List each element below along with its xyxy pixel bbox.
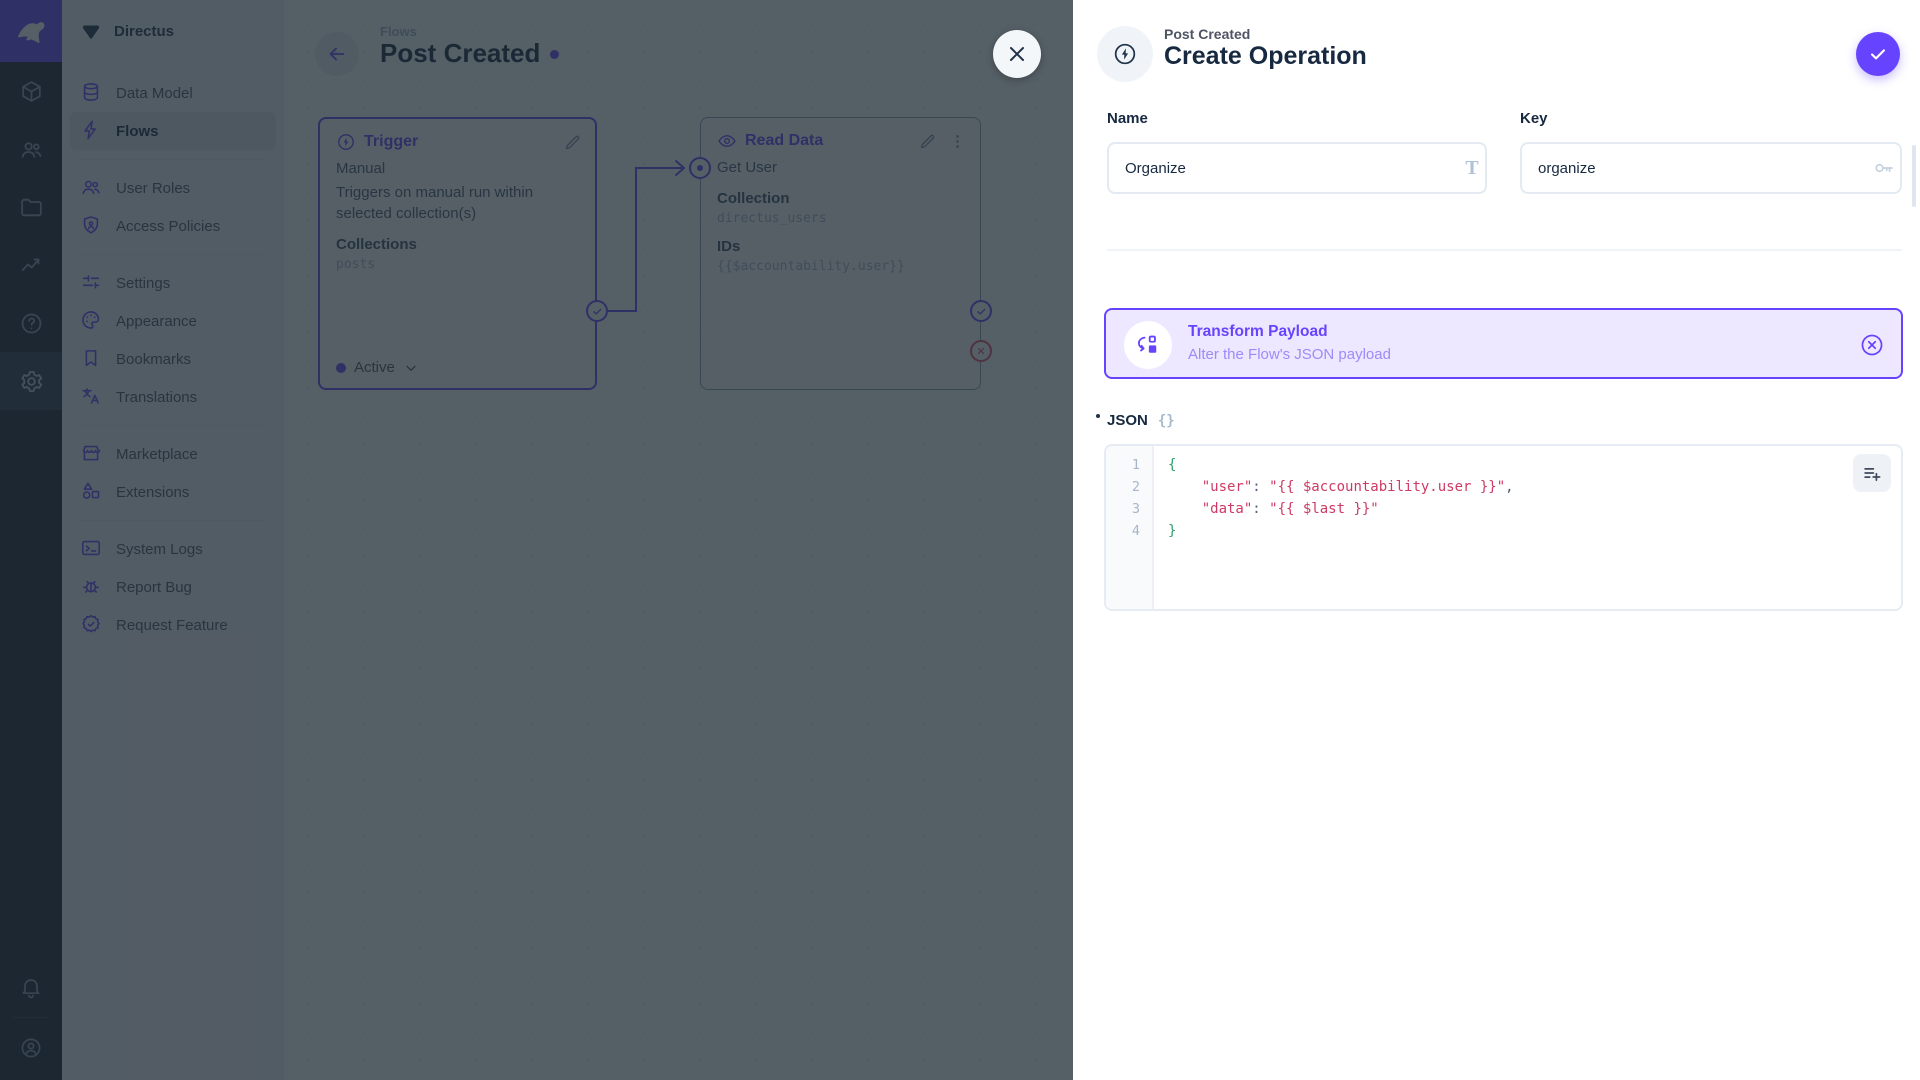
create-operation-drawer: Post Created Create Operation Name T Key… bbox=[1073, 0, 1920, 1080]
bolt-circle-icon bbox=[1112, 41, 1138, 67]
key-input[interactable] bbox=[1520, 142, 1902, 194]
required-dot bbox=[1096, 414, 1100, 418]
name-input[interactable] bbox=[1107, 142, 1487, 194]
editor-gutter: 1 2 3 4 bbox=[1106, 446, 1154, 609]
key-icon bbox=[1871, 155, 1897, 181]
line-number: 1 bbox=[1131, 457, 1140, 473]
braces-icon: {} bbox=[1157, 412, 1175, 429]
json-code-editor[interactable]: 1 2 3 4 { "user": "{{ $accountability.user … bbox=[1104, 444, 1903, 611]
line-number: 3 bbox=[1131, 501, 1140, 517]
code-line: } bbox=[1168, 523, 1177, 539]
title-format-icon[interactable]: T bbox=[1459, 155, 1485, 181]
app-root: Directus Data ModelFlowsUser RolesAccess… bbox=[0, 0, 1920, 1080]
code-line: { bbox=[1168, 457, 1177, 473]
drawer-title: Create Operation bbox=[1164, 42, 1367, 70]
drawer-breadcrumb: Post Created bbox=[1164, 26, 1251, 42]
operation-card-title: Transform Payload bbox=[1188, 323, 1328, 340]
drawer-overlay[interactable] bbox=[0, 0, 1073, 1080]
insert-field-button[interactable] bbox=[1853, 454, 1891, 492]
drawer-avatar bbox=[1097, 26, 1153, 82]
json-field-header: JSON {} bbox=[1096, 412, 1175, 429]
playlist-add-icon bbox=[1861, 462, 1883, 484]
circle-x-icon bbox=[1859, 332, 1885, 358]
operation-card-subtitle: Alter the Flow's JSON payload bbox=[1188, 346, 1391, 363]
json-field-label: JSON bbox=[1096, 412, 1148, 429]
name-field-label: Name bbox=[1107, 110, 1148, 127]
save-operation-button[interactable] bbox=[1856, 32, 1900, 76]
check-icon bbox=[1867, 43, 1889, 65]
code-line: "user": "{{ $accountability.user }}", bbox=[1201, 479, 1514, 495]
line-number: 4 bbox=[1131, 523, 1140, 539]
key-field-label: Key bbox=[1520, 110, 1548, 127]
code-line: "data": "{{ $last }}" bbox=[1201, 501, 1379, 517]
close-icon bbox=[1005, 42, 1029, 66]
section-divider bbox=[1107, 249, 1902, 251]
editor-code: { "user": "{{ $accountability.user }}", … bbox=[1156, 454, 1901, 542]
close-drawer-button[interactable] bbox=[993, 30, 1041, 78]
selected-operation-card[interactable]: Transform Payload Alter the Flow's JSON … bbox=[1104, 308, 1903, 379]
transform-payload-icon bbox=[1124, 321, 1172, 369]
line-number: 2 bbox=[1131, 479, 1140, 495]
drawer-scrollbar[interactable] bbox=[1912, 145, 1916, 207]
deselect-operation-button[interactable] bbox=[1859, 332, 1885, 358]
